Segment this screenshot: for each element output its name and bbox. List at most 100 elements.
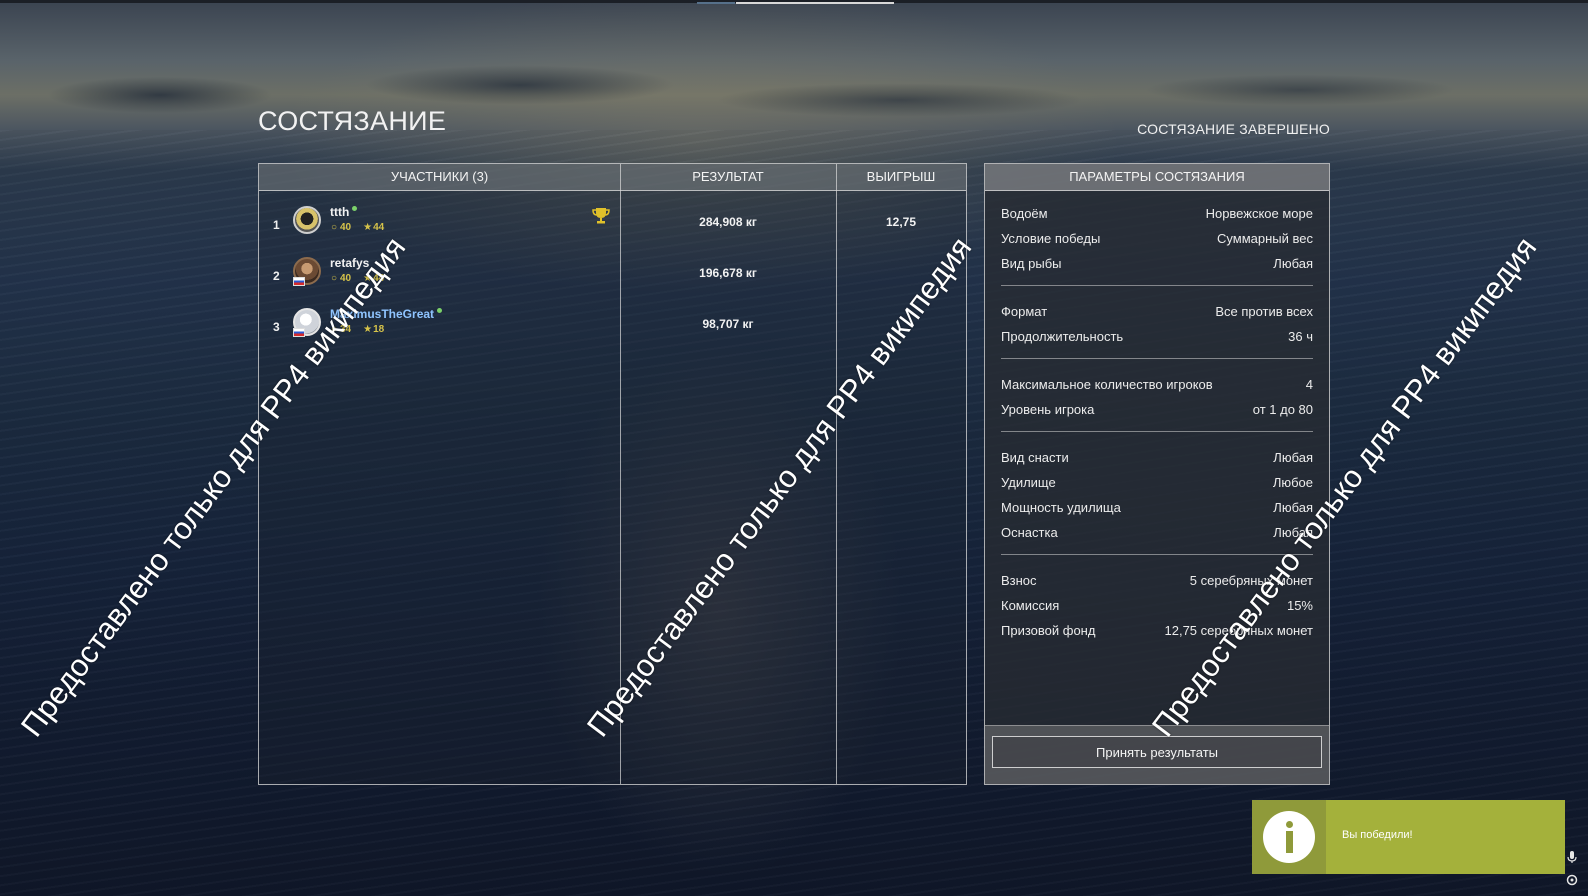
param-row: Взнос 5 серебряных монет bbox=[1001, 573, 1313, 593]
param-row: Комиссия 15% bbox=[1001, 598, 1313, 618]
competition-status: СОСТЯЗАНИЕ ЗАВЕРШЕНО bbox=[1137, 121, 1330, 137]
player-level: 40 bbox=[340, 273, 352, 284]
accept-results-button[interactable]: Принять результаты bbox=[992, 736, 1322, 768]
param-row: Вид рыбы Любая bbox=[1001, 256, 1313, 276]
info-icon bbox=[1263, 811, 1315, 863]
table-header: УЧАСТНИКИ (3) РЕЗУЛЬТАТ ВЫИГРЫШ bbox=[259, 164, 966, 191]
param-label: Комиссия bbox=[1001, 598, 1060, 613]
param-row: Уровень игрока от 1 до 80 bbox=[1001, 402, 1313, 422]
param-value: Любое bbox=[1272, 475, 1313, 490]
rank-number: 3 bbox=[273, 320, 280, 334]
result-value: 284,908 кг bbox=[699, 215, 757, 229]
player-name[interactable]: ttth bbox=[330, 205, 358, 219]
ring-icon: ○ bbox=[330, 273, 338, 284]
param-label: Максимальное количество игроков bbox=[1001, 377, 1213, 392]
microphone-icon[interactable] bbox=[1565, 850, 1579, 864]
param-label: Вид снасти bbox=[1001, 450, 1069, 465]
winnings-value: 12,75 bbox=[885, 215, 917, 229]
param-label: Формат bbox=[1001, 304, 1048, 319]
column-header-winnings[interactable]: ВЫИГРЫШ bbox=[836, 164, 966, 190]
param-value: Норвежское море bbox=[1205, 206, 1313, 221]
notification-text: Вы победили! bbox=[1342, 829, 1413, 841]
player-name[interactable]: MaximusTheGreat bbox=[330, 307, 443, 321]
table-row[interactable]: 2 retafys ○ 40 ★44 196,678 кг bbox=[259, 251, 966, 301]
player-name[interactable]: retafys bbox=[330, 256, 369, 270]
param-value: 4 bbox=[1305, 377, 1313, 392]
player-rating: 44 bbox=[373, 222, 385, 233]
param-row: Продолжительность 36 ч bbox=[1001, 329, 1313, 349]
table-row[interactable]: 1 ttth ○ 40 ★44 284,908 кг 12,75 bbox=[259, 200, 966, 250]
player-stats: ○ 40 ★44 bbox=[330, 273, 384, 284]
star-icon: ★ bbox=[363, 273, 373, 284]
player-stats: ○ 34 ★18 bbox=[330, 324, 384, 335]
rank-number: 1 bbox=[273, 218, 280, 232]
param-row: Удилище Любое bbox=[1001, 475, 1313, 495]
param-row: Оснастка Любая bbox=[1001, 525, 1313, 545]
param-label: Условие победы bbox=[1001, 231, 1101, 246]
column-header-participants[interactable]: УЧАСТНИКИ (3) bbox=[259, 164, 620, 190]
params-header: ПАРАМЕТРЫ СОСТЯЗАНИЯ bbox=[985, 164, 1329, 191]
notification-icon-box bbox=[1252, 800, 1326, 874]
flag-icon bbox=[293, 277, 305, 286]
param-value: Суммарный вес bbox=[1217, 231, 1313, 246]
player-level: 34 bbox=[340, 324, 352, 335]
competition-params-panel: ПАРАМЕТРЫ СОСТЯЗАНИЯ Водоём Норвежское мо… bbox=[984, 163, 1330, 785]
param-row: Условие победы Суммарный вес bbox=[1001, 231, 1313, 251]
avatar[interactable] bbox=[293, 206, 321, 234]
param-value: 15% bbox=[1286, 598, 1313, 613]
param-value: Все против всех bbox=[1215, 304, 1313, 319]
player-level: 40 bbox=[340, 222, 352, 233]
param-row: Вид снасти Любая bbox=[1001, 450, 1313, 470]
param-row: Формат Все против всех bbox=[1001, 304, 1313, 324]
param-separator bbox=[1001, 358, 1313, 359]
param-value: Любая bbox=[1273, 500, 1313, 515]
column-header-result[interactable]: РЕЗУЛЬТАТ bbox=[620, 164, 836, 190]
online-status-icon bbox=[352, 206, 358, 211]
star-icon: ★ bbox=[363, 222, 373, 233]
param-label: Оснастка bbox=[1001, 525, 1058, 540]
table-row[interactable]: 3 MaximusTheGreat ○ 34 ★18 98,707 кг bbox=[259, 302, 966, 352]
player-name-text: retafys bbox=[330, 256, 370, 270]
param-value: Любая bbox=[1273, 450, 1313, 465]
param-label: Мощность удилища bbox=[1001, 500, 1121, 515]
param-label: Продолжительность bbox=[1001, 329, 1124, 344]
param-value: 12,75 серебряных монет bbox=[1164, 623, 1314, 638]
params-footer: Принять результаты bbox=[985, 725, 1329, 784]
param-row: Призовой фонд 12,75 серебряных монет bbox=[1001, 623, 1313, 643]
param-separator bbox=[1001, 285, 1313, 286]
background-clouds bbox=[0, 55, 1588, 135]
star-icon: ★ bbox=[363, 324, 373, 335]
page-title: СОСТЯЗАНИЕ bbox=[258, 106, 447, 136]
flag-icon bbox=[293, 328, 305, 337]
participants-table: УЧАСТНИКИ (3) РЕЗУЛЬТАТ ВЫИГРЫШ 1 ttth ○ 40… bbox=[258, 163, 967, 785]
param-row: Максимальное количество игроков 4 bbox=[1001, 377, 1313, 397]
player-rating: 18 bbox=[373, 324, 385, 335]
player-name-text: MaximusTheGreat bbox=[330, 307, 435, 321]
trophy-icon bbox=[592, 208, 610, 224]
notification-toast[interactable]: Вы победили! bbox=[1252, 800, 1565, 874]
param-row: Водоём Норвежское море bbox=[1001, 206, 1313, 226]
top-indicator-secondary bbox=[697, 2, 735, 4]
param-value: Любая bbox=[1273, 256, 1313, 271]
param-value: 5 серебряных монет bbox=[1189, 573, 1313, 588]
param-label: Взнос bbox=[1001, 573, 1037, 588]
param-value: 36 ч bbox=[1288, 329, 1313, 344]
rank-number: 2 bbox=[273, 269, 280, 283]
gear-icon[interactable] bbox=[1565, 873, 1579, 887]
result-value: 98,707 кг bbox=[702, 317, 754, 331]
online-status-icon bbox=[437, 308, 443, 313]
top-indicator bbox=[736, 2, 894, 4]
param-row: Мощность удилища Любая bbox=[1001, 500, 1313, 520]
param-label: Призовой фонд bbox=[1001, 623, 1096, 638]
param-value: Любая bbox=[1273, 525, 1313, 540]
param-value: от 1 до 80 bbox=[1252, 402, 1313, 417]
ring-icon: ○ bbox=[330, 324, 338, 335]
result-value: 196,678 кг bbox=[699, 266, 757, 280]
ring-icon: ○ bbox=[330, 222, 338, 233]
param-label: Вид рыбы bbox=[1001, 256, 1062, 271]
player-rating: 44 bbox=[373, 273, 385, 284]
param-label: Удилище bbox=[1001, 475, 1056, 490]
param-separator bbox=[1001, 431, 1313, 432]
player-stats: ○ 40 ★44 bbox=[330, 222, 384, 233]
param-label: Уровень игрока bbox=[1001, 402, 1095, 417]
